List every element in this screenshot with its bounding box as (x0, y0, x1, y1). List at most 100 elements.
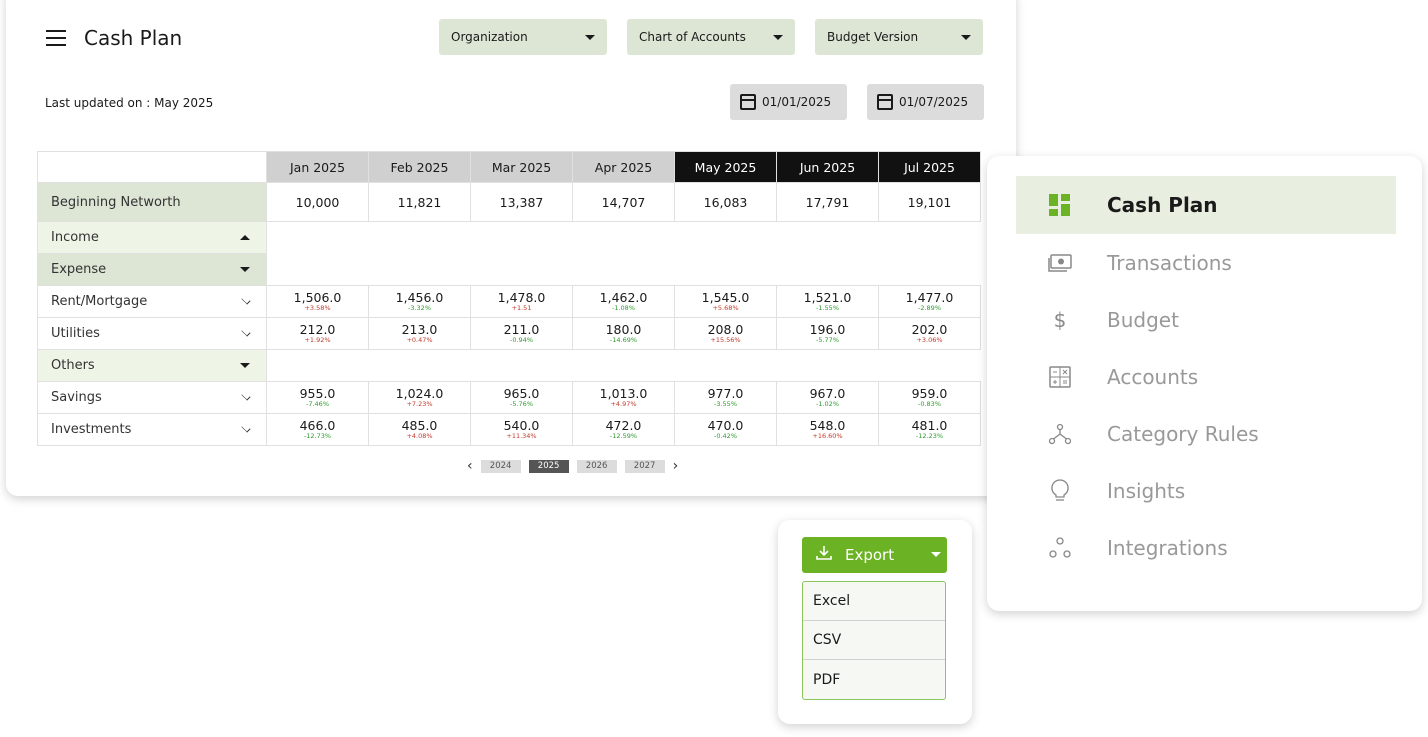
amount: 202.0 (911, 322, 948, 337)
month-header[interactable]: Feb 2025 (368, 151, 471, 183)
change-percent: -1.02% (816, 400, 839, 408)
cell-value: 19,101 (878, 182, 981, 222)
cell-value: 213.0 +0.47% (368, 317, 471, 350)
change-percent: +7.23% (406, 400, 433, 408)
nav-item-budget[interactable]: $ Budget (1016, 291, 1396, 349)
expand-icon[interactable] (240, 267, 250, 272)
row-label-cell[interactable]: Savings (37, 381, 267, 414)
nav-label: Cash Plan (1107, 193, 1218, 217)
cell-value: 14,707 (572, 182, 675, 222)
change-percent: -12.23% (915, 432, 944, 440)
change-percent: -0.94% (510, 336, 533, 344)
money-icon (1048, 251, 1072, 275)
change-percent: +4.08% (406, 432, 433, 440)
month-header[interactable]: Mar 2025 (470, 151, 573, 183)
nav-item-transactions[interactable]: Transactions (1016, 234, 1396, 292)
group-expense[interactable]: Expense (37, 253, 267, 286)
cell-value: 955.0 -7.46% (266, 381, 369, 414)
chevron-down-icon[interactable] (931, 552, 941, 557)
cell-value: 965.0 -5.76% (470, 381, 573, 414)
end-date-picker[interactable]: 01/07/2025 (867, 84, 984, 120)
cell-value: 196.0 -5.77% (776, 317, 879, 350)
month-header[interactable]: Jun 2025 (776, 151, 879, 183)
export-option-csv[interactable]: CSV (803, 621, 945, 660)
row-label: Beginning Networth (37, 182, 267, 222)
group-income[interactable]: Income (37, 221, 267, 254)
chart-of-accounts-dropdown[interactable]: Chart of Accounts (627, 19, 795, 55)
organization-dropdown[interactable]: Organization (439, 19, 607, 55)
group-others[interactable]: Others (37, 349, 267, 382)
group-row-income[interactable]: Income (37, 221, 981, 254)
year-2024[interactable]: 2024 (480, 459, 521, 473)
budget-version-dropdown[interactable]: Budget Version (815, 19, 983, 55)
page-title: Cash Plan (84, 26, 183, 50)
network-icon (1048, 422, 1072, 446)
change-percent: -1.08% (612, 304, 635, 312)
month-header[interactable]: Jul 2025 (878, 151, 981, 183)
chevron-down-icon[interactable] (241, 326, 251, 337)
cell-value: 977.0 -3.55% (674, 381, 777, 414)
cell-value: 17,791 (776, 182, 879, 222)
download-icon (816, 545, 832, 565)
change-percent: -7.46% (306, 400, 329, 408)
cash-plan-table: Jan 2025 Feb 2025 Mar 2025 Apr 2025 May … (37, 151, 981, 446)
amount: 1,024.0 (395, 386, 444, 401)
group-row-others[interactable]: Others (37, 349, 981, 382)
nav-item-cash-plan[interactable]: Cash Plan (1016, 176, 1396, 234)
export-option-pdf[interactable]: PDF (803, 660, 945, 699)
nav-item-category-rules[interactable]: Category Rules (1016, 405, 1396, 463)
cell-value: 540.0 +11.34% (470, 413, 573, 446)
cell-value: 10,000 (266, 182, 369, 222)
export-option-excel[interactable]: Excel (803, 582, 945, 621)
month-header[interactable]: Apr 2025 (572, 151, 675, 183)
integrations-icon (1048, 536, 1072, 560)
amount: 485.0 (401, 418, 438, 433)
amount: 1,521.0 (803, 290, 852, 305)
amount: 481.0 (911, 418, 948, 433)
change-percent: +15.56% (710, 336, 741, 344)
row-label-cell[interactable]: Rent/Mortgage (37, 285, 267, 318)
table-row: Rent/Mortgage 1,506.0 +3.58% 1,456.0 -3.32% 1… (37, 285, 981, 318)
change-percent: +3.58% (304, 304, 331, 312)
collapse-icon[interactable] (240, 235, 250, 240)
cell-value: 211.0 -0.94% (470, 317, 573, 350)
group-spacer (266, 221, 981, 254)
year-2027[interactable]: 2027 (624, 459, 665, 473)
cell-value: 548.0 +16.60% (776, 413, 879, 446)
nav-item-integrations[interactable]: Integrations (1016, 519, 1396, 577)
menu-icon[interactable] (46, 30, 66, 46)
budget-version-dropdown-label: Budget Version (827, 30, 919, 44)
year-2026[interactable]: 2026 (576, 459, 617, 473)
expand-icon[interactable] (240, 363, 250, 368)
month-header[interactable]: May 2025 (674, 151, 777, 183)
year-pager: ‹ 2024 2025 2026 2027 › (467, 458, 678, 474)
dollar-icon: $ (1053, 308, 1067, 332)
nav-label: Insights (1107, 479, 1186, 503)
change-percent: +1.92% (304, 336, 331, 344)
change-percent: -1.55% (816, 304, 839, 312)
month-header[interactable]: Jan 2025 (266, 151, 369, 183)
start-date-picker[interactable]: 01/01/2025 (730, 84, 847, 120)
cell-value: 1,477.0 -2.89% (878, 285, 981, 318)
dashboard-icon (1048, 193, 1072, 217)
export-button[interactable]: Export (802, 537, 947, 573)
chevron-down-icon[interactable] (241, 422, 251, 433)
amount: 212.0 (299, 322, 336, 337)
chevron-down-icon[interactable] (241, 390, 251, 401)
row-label: Savings (51, 390, 102, 405)
amount: 955.0 (299, 386, 336, 401)
cell-value: 485.0 +4.08% (368, 413, 471, 446)
year-2025[interactable]: 2025 (528, 459, 569, 473)
row-label-cell[interactable]: Utilities (37, 317, 267, 350)
nav-item-insights[interactable]: Insights (1016, 462, 1396, 520)
chevron-left-icon[interactable]: ‹ (467, 458, 473, 474)
row-label: Rent/Mortgage (51, 294, 148, 309)
nav-item-accounts[interactable]: Accounts (1016, 348, 1396, 406)
change-percent: +4.97% (610, 400, 637, 408)
chevron-right-icon[interactable]: › (673, 458, 679, 474)
row-label-cell[interactable]: Investments (37, 413, 267, 446)
cell-value: 472.0 -12.59% (572, 413, 675, 446)
group-row-expense[interactable]: Expense (37, 253, 981, 286)
amount: 548.0 (809, 418, 846, 433)
chevron-down-icon[interactable] (241, 294, 251, 305)
